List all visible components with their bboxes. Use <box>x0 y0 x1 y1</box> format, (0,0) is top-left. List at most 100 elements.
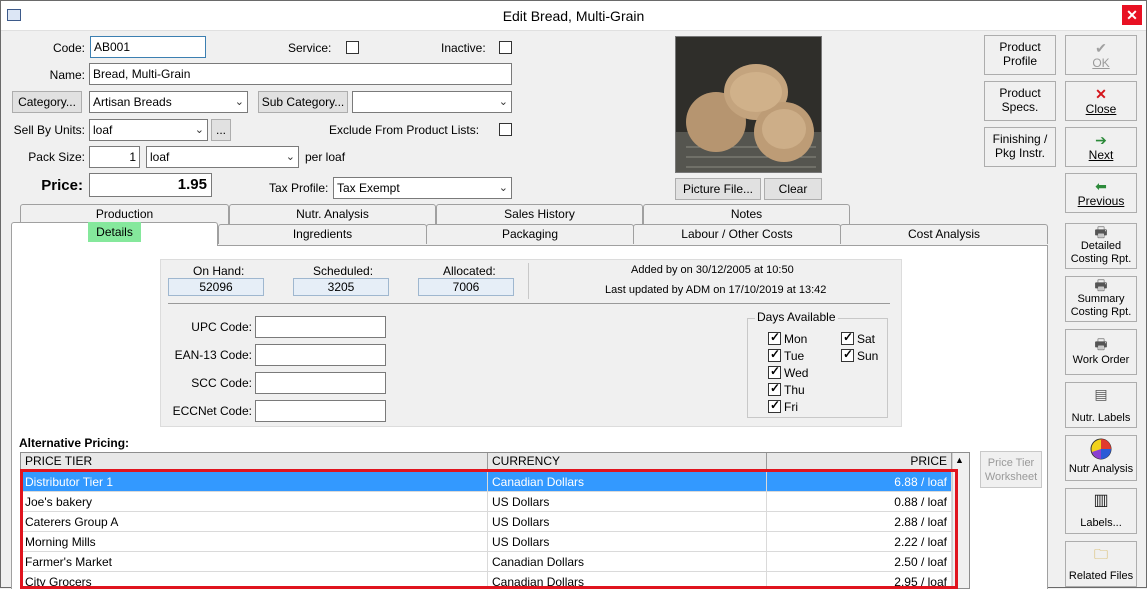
sell-by-value: loaf <box>93 123 113 137</box>
info-separator <box>168 303 890 304</box>
finishing-button[interactable]: Finishing / Pkg Instr. <box>984 127 1056 167</box>
nutr-labels-button[interactable]: ▤ Nutr. Labels <box>1065 382 1137 428</box>
product-profile-button[interactable]: Product Profile <box>984 35 1056 75</box>
table-row[interactable]: Farmer's Market Canadian Dollars 2.50 / … <box>21 552 952 572</box>
sell-by-select[interactable]: loaf ⌄ <box>89 119 208 141</box>
cell-currency: US Dollars <box>488 492 767 512</box>
scheduled-label: Scheduled: <box>313 264 374 278</box>
cell-price: 2.22 / loaf <box>767 532 952 552</box>
printer-icon: 🖶 <box>1094 277 1108 293</box>
code-input[interactable]: AB001 <box>90 36 206 58</box>
work-order-button[interactable]: 🖶 Work Order <box>1065 329 1137 375</box>
price-input[interactable]: 1.95 <box>89 173 212 197</box>
window-title: Edit Bread, Multi-Grain <box>502 8 645 24</box>
fri-checkbox[interactable] <box>768 398 781 413</box>
cell-tier: Farmer's Market <box>21 552 488 572</box>
previous-label: Previous <box>1077 194 1125 208</box>
table-row[interactable]: Caterers Group A US Dollars 2.88 / loaf <box>21 512 952 532</box>
price-tier-worksheet-button[interactable]: Price Tier Worksheet <box>980 451 1042 488</box>
cell-price: 2.95 / loaf <box>767 572 952 588</box>
sat-checkbox[interactable] <box>841 330 854 345</box>
cell-tier: Morning Mills <box>21 532 488 552</box>
subcategory-select[interactable]: ⌄ <box>352 91 512 113</box>
tax-profile-select[interactable]: Tax Exempt ⌄ <box>333 177 512 199</box>
tab-ingredients[interactable]: Ingredients <box>218 224 427 244</box>
finishing-label-2: Pkg Instr. <box>994 146 1046 160</box>
printer-icon: 🖶 <box>1094 224 1108 240</box>
table-row[interactable]: City Grocers Canadian Dollars 2.95 / loa… <box>21 572 952 588</box>
tab-details[interactable]: Details <box>11 222 218 246</box>
checkmark-icon: ✔ <box>1095 40 1107 56</box>
cell-currency: Canadian Dollars <box>488 472 767 492</box>
sell-by-more-button[interactable]: ... <box>211 119 231 141</box>
summary-costing-button[interactable]: 🖶 Summary Costing Rpt. <box>1065 276 1137 322</box>
title-bar: Edit Bread, Multi-Grain ✕ <box>1 1 1146 31</box>
subcategory-button[interactable]: Sub Category... <box>258 91 348 113</box>
cell-tier: Caterers Group A <box>21 512 488 532</box>
nutr-analysis-button[interactable]: Nutr Analysis <box>1065 435 1137 481</box>
tue-checkbox[interactable] <box>768 347 781 362</box>
col-currency[interactable]: CURRENCY <box>488 453 767 471</box>
chevron-down-icon: ⌄ <box>285 151 295 163</box>
category-select[interactable]: Artisan Breads ⌄ <box>89 91 248 113</box>
cell-tier: Joe's bakery <box>21 492 488 512</box>
window-close-icon[interactable]: ✕ <box>1122 5 1142 25</box>
picture-file-button[interactable]: Picture File... <box>675 178 761 200</box>
code-label: Code: <box>52 41 85 55</box>
tab-labour-other-costs[interactable]: Labour / Other Costs <box>633 224 841 244</box>
product-specs-button[interactable]: Product Specs. <box>984 81 1056 121</box>
tab-cost-analysis[interactable]: Cost Analysis <box>840 224 1048 244</box>
exclude-checkbox[interactable] <box>499 123 512 136</box>
bread-image <box>676 37 821 172</box>
wed-checkbox[interactable] <box>768 364 781 379</box>
grid-header: PRICE TIER CURRENCY PRICE <box>21 453 952 471</box>
table-row[interactable]: Joe's bakery US Dollars 0.88 / loaf <box>21 492 952 512</box>
related-files-button[interactable]: 🗀 Related Files <box>1065 541 1137 587</box>
pack-unit-select[interactable]: loaf ⌄ <box>146 146 299 168</box>
category-button[interactable]: Category... <box>12 91 82 113</box>
detailed-costing-button[interactable]: 🖶 Detailed Costing Rpt. <box>1065 223 1137 269</box>
table-row[interactable]: Morning Mills US Dollars 2.22 / loaf <box>21 532 952 552</box>
thu-checkbox[interactable] <box>768 381 781 396</box>
next-arrow-icon: ➔ <box>1095 132 1107 148</box>
clear-button[interactable]: Clear <box>764 178 822 200</box>
fri-label: Fri <box>784 400 798 414</box>
allocated-value: 7006 <box>418 278 514 296</box>
sun-checkbox[interactable] <box>841 347 854 362</box>
printer-icon: 🖶 <box>1094 336 1108 352</box>
name-label: Name: <box>49 68 85 82</box>
grid-scrollbar[interactable]: ▲ <box>952 453 969 588</box>
ok-button[interactable]: ✔ OK <box>1065 35 1137 75</box>
eccnet-input[interactable] <box>255 400 386 422</box>
mon-checkbox[interactable] <box>768 330 781 345</box>
exclude-label: Exclude From Product Lists: <box>329 123 480 137</box>
tab-production[interactable]: Production <box>20 204 229 224</box>
tab-nutr-analysis[interactable]: Nutr. Analysis <box>229 204 436 224</box>
upc-input[interactable] <box>255 316 386 338</box>
ean-input[interactable] <box>255 344 386 366</box>
tab-notes[interactable]: Notes <box>643 204 850 224</box>
close-button[interactable]: ✕ Close <box>1065 81 1137 121</box>
labels-button[interactable]: ▥ Labels... <box>1065 488 1137 534</box>
tab-sales-history[interactable]: Sales History <box>436 204 643 224</box>
previous-button[interactable]: ⬅ Previous <box>1065 173 1137 213</box>
scc-input[interactable] <box>255 372 386 394</box>
col-price[interactable]: PRICE <box>767 453 952 471</box>
stats-divider <box>528 263 529 299</box>
sun-label: Sun <box>857 349 879 363</box>
pack-size-input[interactable]: 1 <box>89 146 140 168</box>
ok-label: OK <box>1092 56 1110 70</box>
next-button[interactable]: ➔ Next <box>1065 127 1137 167</box>
wed-label: Wed <box>784 366 809 380</box>
product-profile-label-2: Profile <box>1002 54 1037 68</box>
tab-packaging[interactable]: Packaging <box>426 224 634 244</box>
service-checkbox[interactable] <box>346 41 359 54</box>
col-price-tier[interactable]: PRICE TIER <box>21 453 488 471</box>
detailed-costing-label-2: Costing Rpt. <box>1070 253 1132 265</box>
table-row[interactable]: Distributor Tier 1 Canadian Dollars 6.88… <box>21 472 952 492</box>
tax-profile-value: Tax Exempt <box>337 181 400 195</box>
pack-unit-value: loaf <box>150 150 170 164</box>
inactive-checkbox[interactable] <box>499 41 512 54</box>
scroll-up-icon[interactable]: ▲ <box>955 455 964 465</box>
name-input[interactable]: Bread, Multi-Grain <box>89 63 512 85</box>
